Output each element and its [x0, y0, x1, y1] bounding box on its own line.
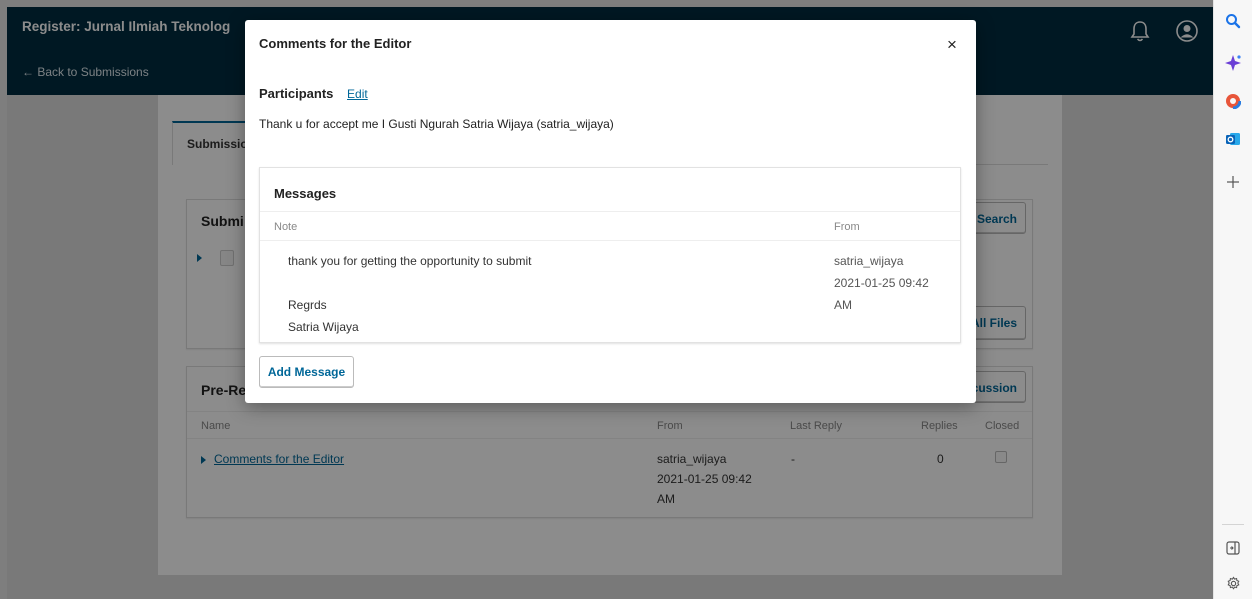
add-message-button[interactable]: Add Message: [259, 356, 354, 388]
messages-panel: Messages Note From thank you for getting…: [259, 167, 961, 343]
search-icon[interactable]: [1223, 11, 1243, 31]
plus-icon[interactable]: [1223, 172, 1243, 192]
sidebar-toggle-icon[interactable]: [1223, 538, 1243, 558]
participants-text: Thank u for accept me I Gusti Ngurah Sat…: [259, 117, 614, 131]
message-line-2: Regrds: [288, 298, 327, 312]
office-icon[interactable]: [1223, 91, 1243, 111]
outlook-icon[interactable]: [1223, 129, 1243, 149]
message-from-user: satria_wijaya: [834, 254, 904, 268]
participants-label: Participants: [259, 86, 334, 101]
edit-participants-link[interactable]: Edit: [347, 87, 368, 101]
message-from: satria_wijaya 2021-01-25 09:42 AM: [834, 250, 954, 316]
copilot-sparkle-icon[interactable]: [1223, 53, 1243, 73]
message-line-3: Satria Wijaya: [288, 320, 359, 334]
messages-heading: Messages: [274, 186, 337, 201]
comments-modal: Comments for the Editor × Participants E…: [245, 20, 976, 403]
message-from-date: 2021-01-25 09:42: [834, 276, 929, 290]
messages-grid-header: Note From: [260, 211, 960, 241]
settings-gear-icon[interactable]: [1223, 573, 1243, 593]
message-note: thank you for getting the opportunity to…: [288, 250, 531, 338]
col-note: Note: [274, 221, 298, 233]
modal-title: Comments for the Editor: [259, 36, 412, 51]
message-line-1: thank you for getting the opportunity to…: [288, 254, 532, 268]
col-from: From: [834, 221, 860, 233]
message-from-ampm: AM: [834, 298, 852, 312]
browser-sidebar: [1213, 0, 1252, 599]
close-icon[interactable]: ×: [943, 36, 961, 54]
sidebar-separator: [1222, 524, 1244, 525]
participants-heading: Participants Edit: [259, 86, 368, 101]
